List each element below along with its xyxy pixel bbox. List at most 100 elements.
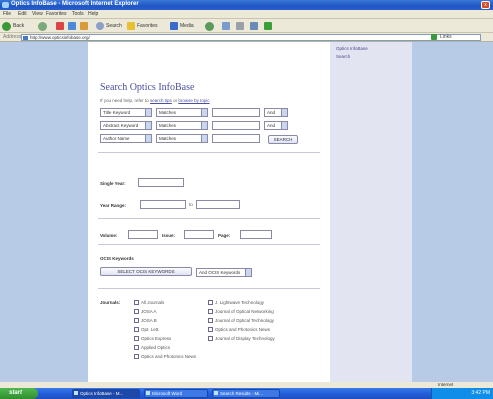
journal-checkbox[interactable] [134, 318, 139, 323]
journal-checkbox[interactable] [134, 336, 139, 341]
field-select-3[interactable]: Author Name [100, 134, 152, 143]
volume-input[interactable] [128, 230, 158, 239]
refresh-button[interactable] [68, 21, 76, 31]
chevron-down-icon [281, 109, 287, 116]
taskbar-item-results[interactable]: Search Results - Mi... [212, 389, 280, 398]
search-button[interactable]: Search [96, 21, 122, 31]
start-button[interactable]: start [0, 388, 38, 399]
refresh-icon [68, 22, 76, 30]
year-from-input[interactable] [140, 200, 186, 209]
search-label: Search [106, 23, 122, 29]
bool-select-2[interactable]: And [264, 121, 288, 130]
chevron-down-icon [145, 109, 151, 116]
forward-arrow-icon [38, 21, 47, 31]
journal-label: Journal of Optical Technology [215, 318, 274, 323]
ocis-bool-select-value: And OCIS Keywords [199, 270, 241, 275]
favorites-button[interactable]: Favorites [127, 21, 158, 31]
menu-tools[interactable]: Tools [72, 11, 84, 17]
home-icon [80, 22, 88, 30]
address-label: Address [3, 34, 22, 40]
match-select-1[interactable]: Matches [156, 108, 208, 117]
menu-view[interactable]: View [32, 11, 43, 17]
go-arrow-icon[interactable] [431, 34, 437, 40]
print-icon [236, 22, 244, 30]
links-button[interactable]: Links [440, 34, 452, 40]
journal-label: JOSA A [141, 309, 157, 314]
window-title-bar: Optics InfoBase - Microsoft Internet Exp… [0, 0, 493, 10]
match-select-1-value: Matches [159, 110, 177, 115]
forward-button[interactable] [38, 21, 47, 31]
keyword-input-3[interactable] [212, 134, 260, 143]
page-title: Search Optics InfoBase [100, 82, 195, 93]
home-button[interactable] [80, 21, 88, 31]
address-bar: Address http://www.opticsinfobase.org/ L… [0, 33, 493, 42]
windows-taskbar: start Optics InfoBase - M... Microsoft W… [0, 388, 493, 399]
taskbar-item-word[interactable]: Microsoft Word [144, 389, 208, 398]
journal-checkbox[interactable] [134, 300, 139, 305]
sidebar-panel: Optics InfoBase Search [330, 42, 412, 382]
issue-label: Issue: [162, 233, 176, 238]
close-button[interactable]: x [481, 1, 490, 9]
single-year-input[interactable] [138, 178, 184, 187]
journal-checkbox[interactable] [208, 309, 213, 314]
stop-button[interactable] [56, 21, 64, 31]
journal-checkbox[interactable] [134, 354, 139, 359]
internet-zone: Internet [438, 382, 454, 387]
search-page: Search Optics InfoBase If you need help,… [88, 42, 330, 382]
sidebar-item-search[interactable]: Search [336, 54, 350, 59]
chevron-down-icon [145, 122, 151, 129]
journal-checkbox[interactable] [208, 327, 213, 332]
ocis-bool-select[interactable]: And OCIS Keywords [196, 268, 252, 277]
year-to-input[interactable] [196, 200, 240, 209]
edit-button[interactable] [250, 21, 258, 31]
field-select-1-value: Title Keyword [103, 110, 131, 115]
back-button[interactable]: Back [2, 21, 24, 31]
journal-checkbox[interactable] [134, 327, 139, 332]
word-task-icon [146, 391, 150, 395]
keyword-input-2[interactable] [212, 121, 260, 130]
field-select-2-value: Abstract Keyword [103, 123, 139, 128]
messenger-button[interactable] [264, 21, 272, 31]
journal-label: J. Lightwave Technology [215, 300, 264, 305]
page-icon [23, 36, 28, 40]
journal-label: Journal of Display Technology [215, 336, 275, 341]
journal-label: Journal of Optical Networking [215, 309, 274, 314]
back-arrow-icon [2, 21, 11, 31]
issue-input[interactable] [184, 230, 214, 239]
search-tips-link[interactable]: search tips [150, 98, 172, 103]
bool-select-2-value: And [267, 123, 276, 128]
journal-checkbox[interactable] [208, 318, 213, 323]
menu-help[interactable]: Help [88, 11, 98, 17]
journal-checkbox[interactable] [208, 336, 213, 341]
volume-label: Volume: [100, 233, 118, 238]
field-select-2[interactable]: Abstract Keyword [100, 121, 152, 130]
page-input[interactable] [240, 230, 272, 239]
menu-file[interactable]: File [3, 11, 11, 17]
search-submit-button[interactable]: SEARCH [268, 135, 298, 144]
taskbar-item-ie[interactable]: Optics InfoBase - M... [72, 389, 140, 398]
select-ocis-button[interactable]: SELECT OCIS KEYWORDS [100, 267, 192, 276]
address-input[interactable]: http://www.opticsinfobase.org/ [21, 34, 481, 41]
menu-edit[interactable]: Edit [18, 11, 27, 17]
journal-checkbox[interactable] [134, 309, 139, 314]
sidebar-item-infobase[interactable]: Optics InfoBase [336, 46, 368, 51]
journal-label: Optics Express [141, 336, 172, 341]
match-select-2[interactable]: Matches [156, 121, 208, 130]
field-select-1[interactable]: Title Keyword [100, 108, 152, 117]
mail-button[interactable] [222, 21, 230, 31]
journal-checkbox[interactable] [208, 300, 213, 305]
browser-viewport: Search Optics InfoBase If you need help,… [0, 42, 493, 382]
journal-checkbox[interactable] [134, 345, 139, 350]
keyword-input-1[interactable] [212, 108, 260, 117]
print-button[interactable] [236, 21, 244, 31]
browse-topic-link[interactable]: browse by topic [178, 98, 209, 103]
bool-select-1[interactable]: And [264, 108, 288, 117]
menu-favorites[interactable]: Favorites [46, 11, 67, 17]
back-label: Back [13, 23, 25, 29]
internet-explorer-icon [2, 2, 9, 8]
match-select-3[interactable]: Matches [156, 134, 208, 143]
history-button[interactable] [205, 21, 214, 31]
left-page-margin [0, 42, 88, 382]
media-button[interactable]: Media [170, 21, 194, 31]
match-select-3-value: Matches [159, 136, 177, 141]
